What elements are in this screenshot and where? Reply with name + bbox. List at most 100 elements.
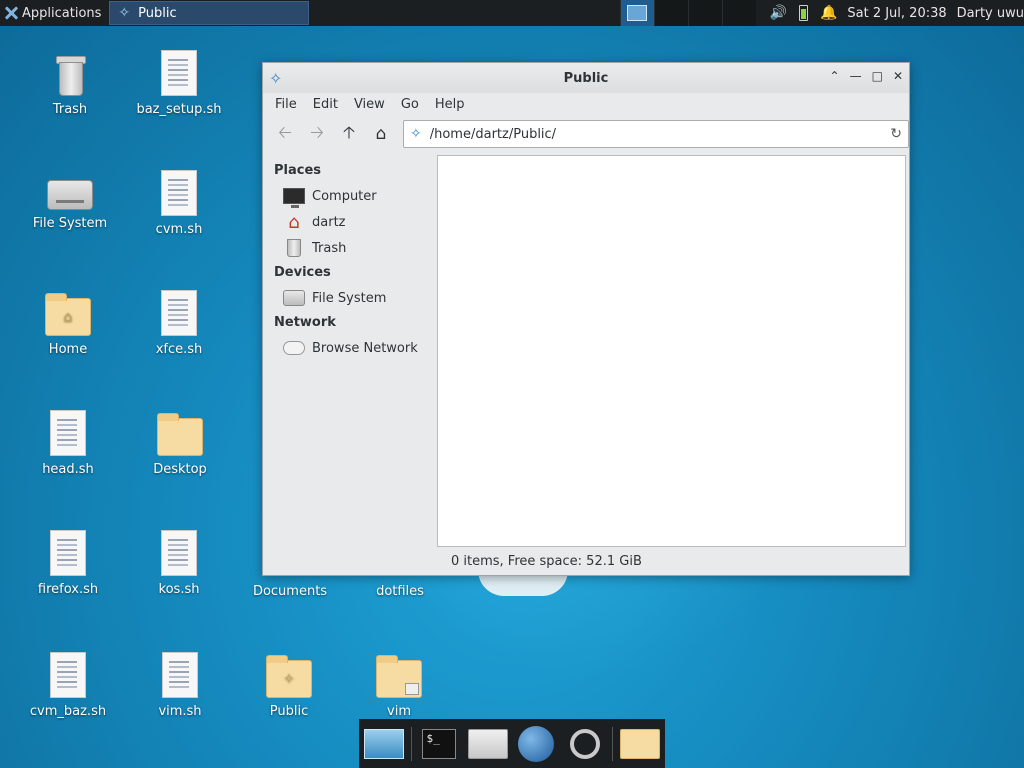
workspace-2[interactable] — [653, 0, 688, 26]
clock[interactable]: Sat 2 Jul, 20:38 — [847, 6, 946, 21]
arrow-right-icon: 🡢 — [310, 122, 324, 143]
applications-label: Applications — [22, 5, 102, 21]
sidebar-item-label: Trash — [312, 240, 347, 256]
desktop-icon-firefox[interactable]: firefox.sh — [18, 530, 118, 597]
toolbar: 🡠 🡢 🡡 ⌂ ✧ ↻ — [263, 115, 909, 153]
dock-web-browser[interactable] — [515, 724, 557, 764]
desktop-icon-label: Desktop — [153, 462, 207, 477]
notification-bell-icon[interactable]: 🔔 — [820, 5, 837, 21]
script-file-icon — [161, 530, 197, 576]
back-button[interactable]: 🡠 — [271, 120, 299, 148]
search-icon — [569, 728, 600, 759]
sidebar-item-file-system[interactable]: File System — [263, 285, 437, 311]
computer-icon — [283, 188, 305, 208]
arrow-left-icon: 🡠 — [278, 122, 292, 143]
sidebar-header-devices: Devices — [274, 265, 331, 280]
sidebar-item-browse-network[interactable]: Browse Network — [263, 335, 437, 361]
home-folder-icon: ⌂ — [45, 293, 91, 336]
dock-show-desktop[interactable] — [363, 724, 405, 764]
menu-bar: File Edit View Go Help — [263, 93, 909, 115]
battery-icon[interactable] — [798, 5, 808, 21]
desktop-icon-label: baz_setup.sh — [136, 102, 222, 117]
dock-app-finder[interactable] — [563, 724, 605, 764]
side-pane: Places Computer ⌂ dartz Trash Devices Fi… — [263, 155, 437, 575]
location-input[interactable] — [429, 126, 883, 142]
show-desktop-icon — [364, 728, 405, 759]
reload-icon[interactable]: ↻ — [890, 126, 902, 142]
dock-folder[interactable] — [619, 724, 661, 764]
taskbar-item-label: Public — [138, 5, 177, 21]
taskbar-item-public[interactable]: ✧ Public — [109, 1, 310, 25]
desktop-icon-cvm-baz[interactable]: cvm_baz.sh — [18, 652, 118, 719]
desktop-icon-label: Home — [48, 342, 88, 357]
script-file-icon — [50, 652, 86, 698]
desktop-icon-documents[interactable]: Documents — [240, 584, 340, 599]
minimize-button[interactable]: — — [850, 69, 862, 83]
arrow-up-icon: 🡡 — [342, 122, 356, 143]
menu-help[interactable]: Help — [427, 97, 473, 112]
up-button[interactable]: 🡡 — [335, 120, 363, 148]
sidebar-item-dartz[interactable]: ⌂ dartz — [263, 209, 437, 235]
desktop-icon-label: head.sh — [42, 462, 94, 477]
dock-separator — [611, 726, 613, 761]
file-manager-window: ✧ Public ⌃ — □ ✕ File Edit View Go Help … — [262, 62, 910, 576]
folder-icon — [619, 728, 660, 759]
terminal-icon: $_ — [422, 728, 457, 759]
workspace-3[interactable] — [687, 0, 722, 26]
dock-file-manager[interactable] — [467, 724, 509, 764]
shared-folder-icon: ✧ — [266, 655, 312, 698]
menu-go[interactable]: Go — [393, 97, 427, 112]
desktop-icon-trash[interactable]: Trash — [20, 52, 120, 117]
desktop-icon-baz-setup[interactable]: baz_setup.sh — [129, 50, 229, 117]
dock-terminal[interactable]: $_ — [418, 724, 460, 764]
applications-menu-button[interactable]: Applications — [0, 0, 107, 26]
menu-file[interactable]: File — [267, 97, 305, 112]
menu-edit[interactable]: Edit — [305, 97, 346, 112]
user-menu[interactable]: Darty uwu — [957, 6, 1024, 21]
desktop-icon-xfce[interactable]: xfce.sh — [129, 290, 229, 357]
workspace-1[interactable] — [619, 0, 654, 26]
locked-folder-icon — [376, 655, 422, 698]
desktop-icon-dotfiles[interactable]: dotfiles — [350, 584, 450, 599]
sidebar-item-trash[interactable]: Trash — [263, 235, 437, 261]
desktop-icon-label: firefox.sh — [37, 582, 99, 597]
desktop-icon-head[interactable]: head.sh — [18, 410, 118, 477]
workspace-switcher — [619, 0, 756, 26]
close-button[interactable]: ✕ — [893, 69, 903, 83]
home-button[interactable]: ⌂ — [367, 120, 395, 148]
desktop-icon-label: vim — [387, 704, 411, 719]
desktop-icon-kos[interactable]: kos.sh — [129, 530, 229, 597]
file-view[interactable] — [437, 155, 906, 547]
content-pane: 0 items, Free space: 52.1 GiB — [437, 155, 906, 575]
maximize-button[interactable]: □ — [872, 69, 883, 83]
desktop-icon-vim[interactable]: vim — [349, 654, 449, 719]
dock-separator — [411, 726, 413, 761]
desktop-icon-desktop[interactable]: Desktop — [130, 412, 230, 477]
desktop-icon-label: cvm.sh — [155, 222, 203, 237]
sidebar-item-label: dartz — [312, 214, 346, 230]
shade-button[interactable]: ⌃ — [830, 69, 840, 83]
window-body: Places Computer ⌂ dartz Trash Devices Fi… — [263, 155, 909, 575]
home-folder-icon — [467, 728, 508, 759]
home-folder-icon: ⌂ — [288, 211, 300, 233]
forward-button[interactable]: 🡢 — [303, 120, 331, 148]
desktop-icon-cvm[interactable]: cvm.sh — [129, 170, 229, 237]
status-bar: 0 items, Free space: 52.1 GiB — [451, 553, 642, 569]
window-titlebar[interactable]: ✧ Public ⌃ — □ ✕ — [263, 63, 909, 93]
desktop-icon-label: Public — [269, 704, 309, 719]
volume-icon[interactable]: 🔊 — [770, 5, 787, 21]
desktop-icon-public[interactable]: ✧ Public — [239, 654, 339, 719]
workspace-4[interactable] — [721, 0, 756, 26]
desktop-icon-file-system[interactable]: File System — [20, 172, 120, 231]
sidebar-item-label: Computer — [312, 188, 377, 204]
sidebar-item-computer[interactable]: Computer — [263, 183, 437, 209]
trash-icon — [54, 52, 86, 96]
desktop-icon-label: Trash — [52, 102, 88, 117]
script-file-icon — [161, 290, 197, 336]
window-controls: ⌃ — □ ✕ — [830, 69, 903, 83]
desktop-icon-vim-sh[interactable]: vim.sh — [130, 652, 230, 719]
desktop-icon-home[interactable]: ⌂ Home — [18, 292, 118, 357]
menu-view[interactable]: View — [346, 97, 393, 112]
thunar-app-icon[interactable]: ✧ — [269, 69, 282, 88]
desktop-icon-label: File System — [32, 216, 108, 231]
